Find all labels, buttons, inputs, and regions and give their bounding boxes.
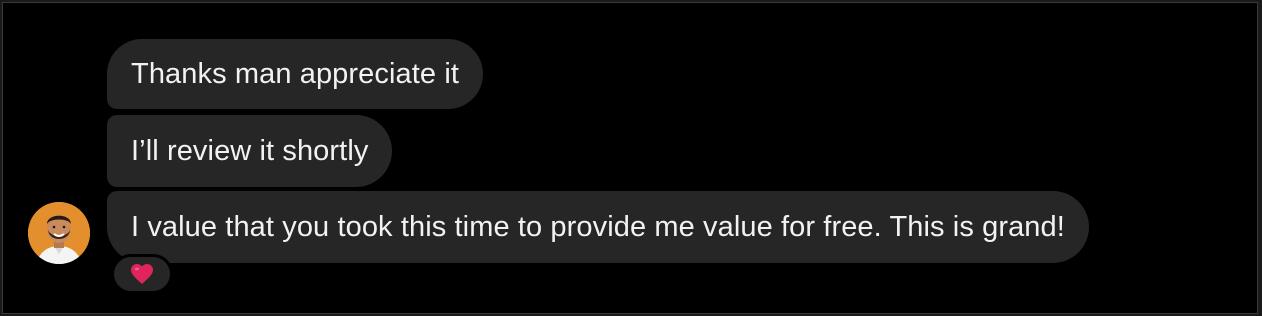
avatar[interactable] [28,202,90,264]
message-bubble[interactable]: I value that you took this time to provi… [107,191,1089,263]
message-text: I value that you took this time to provi… [131,211,1065,243]
profile-photo-icon [28,202,90,264]
message-text: Thanks man appreciate it [131,58,460,90]
chat-window: Thanks man appreciate it I’ll review it … [2,2,1258,314]
message-text: I’ll review it shortly [131,135,369,167]
message-bubble[interactable]: I’ll review it shortly [107,115,393,187]
reaction-badge[interactable] [111,254,173,294]
message-bubble[interactable]: Thanks man appreciate it [107,39,484,109]
red-heart-icon [131,264,153,284]
